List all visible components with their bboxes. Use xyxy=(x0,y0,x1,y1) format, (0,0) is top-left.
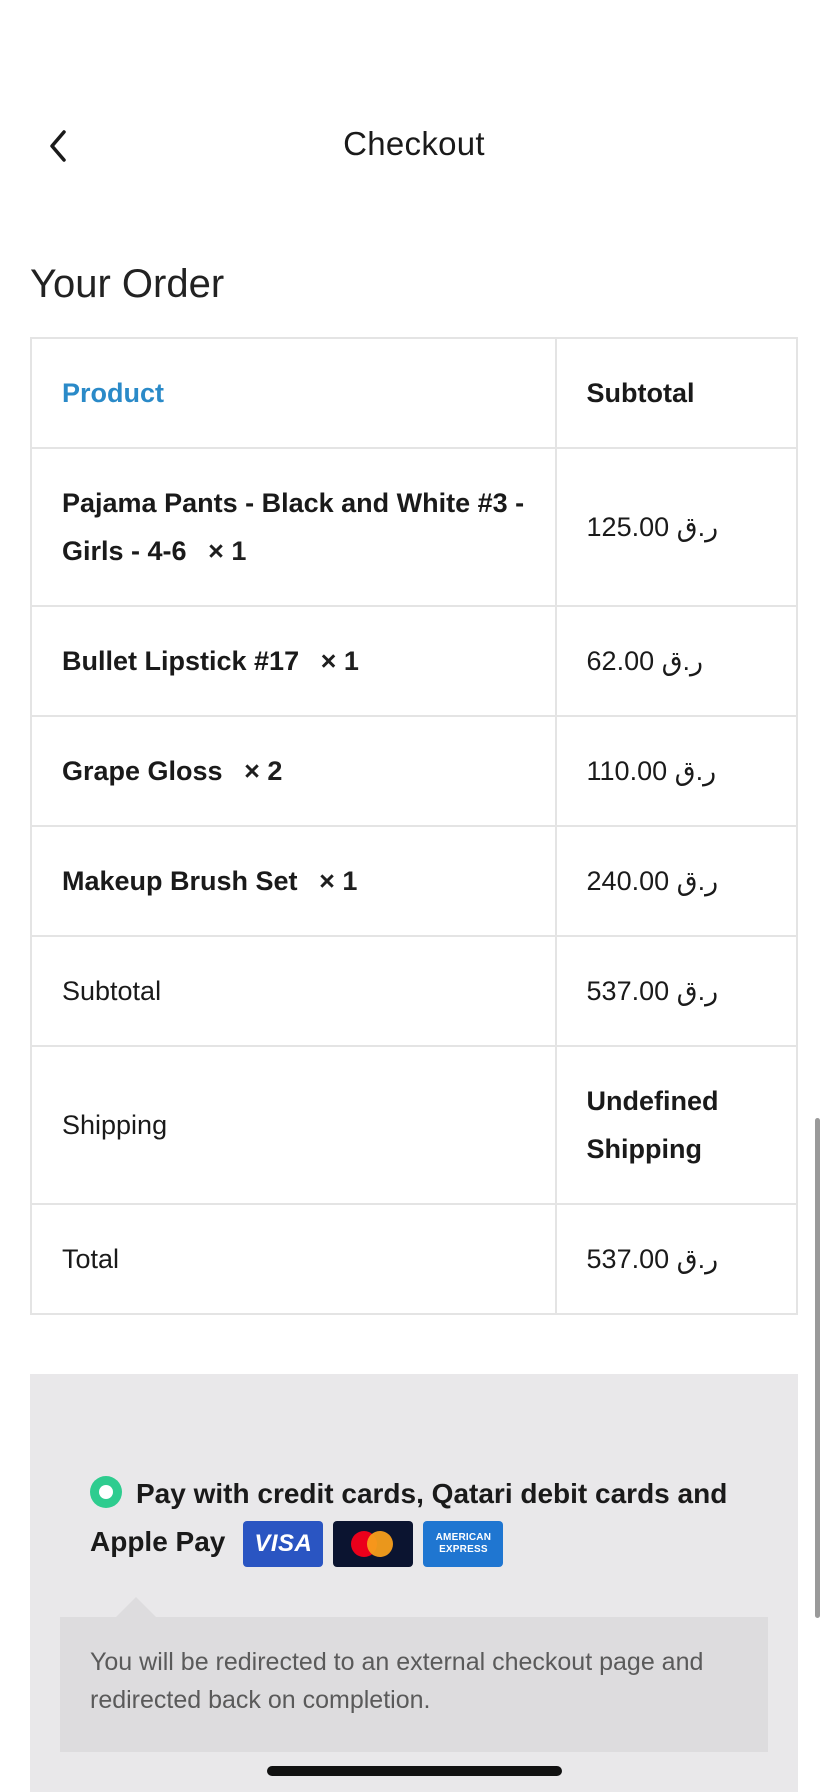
product-quantity: × 1 xyxy=(320,646,359,676)
table-row: Pajama Pants - Black and White #3 - Girl… xyxy=(30,447,799,607)
column-header-subtotal: Subtotal xyxy=(554,337,799,449)
subtotal-value-cell: 537.00 ر.ق xyxy=(554,935,799,1047)
amex-logo-icon: AMERICAN EXPRESS xyxy=(423,1520,504,1567)
subtotal-label: Subtotal xyxy=(30,935,557,1047)
subtotal-value: 537.00 ر.ق xyxy=(586,976,719,1006)
table-row: Bullet Lipstick #17 × 1 62.00 ر.ق xyxy=(30,605,799,717)
product-quantity: × 1 xyxy=(208,536,247,566)
product-cell: Makeup Brush Set × 1 xyxy=(30,825,557,937)
product-quantity: × 1 xyxy=(319,866,358,896)
product-price: 125.00 ر.ق xyxy=(586,512,719,542)
total-label: Total xyxy=(30,1203,557,1315)
payment-option[interactable]: Pay with credit cards, Qatari debit card… xyxy=(90,1470,730,1567)
your-order-heading: Your Order xyxy=(30,262,225,306)
product-price: 240.00 ر.ق xyxy=(586,866,719,896)
table-row: Grape Gloss × 2 110.00 ر.ق xyxy=(30,715,799,827)
subtotal-cell: 125.00 ر.ق xyxy=(554,447,799,607)
subtotal-cell: 240.00 ر.ق xyxy=(554,825,799,937)
total-row: Total 537.00 ر.ق xyxy=(30,1203,799,1315)
scrollbar[interactable] xyxy=(815,1118,820,1618)
order-table: Product Subtotal Pajama Pants - Black an… xyxy=(30,337,799,1315)
product-cell: Pajama Pants - Black and White #3 - Girl… xyxy=(30,447,557,607)
product-price: 62.00 ر.ق xyxy=(586,646,704,676)
subtotal-cell: 110.00 ر.ق xyxy=(554,715,799,827)
table-row: Makeup Brush Set × 1 240.00 ر.ق xyxy=(30,825,799,937)
product-name: Makeup Brush Set xyxy=(62,866,298,896)
home-indicator[interactable] xyxy=(267,1766,562,1776)
product-cell: Grape Gloss × 2 xyxy=(30,715,557,827)
visa-logo-icon: VISA xyxy=(243,1520,324,1567)
subtotal-cell: 62.00 ر.ق xyxy=(554,605,799,717)
product-name: Bullet Lipstick #17 xyxy=(62,646,300,676)
payment-info-text: You will be redirected to an external ch… xyxy=(90,1648,704,1714)
page-title: Checkout xyxy=(343,125,485,162)
mastercard-logo-icon xyxy=(333,1520,414,1567)
shipping-label: Shipping xyxy=(30,1045,557,1205)
table-header-row: Product Subtotal xyxy=(30,337,799,449)
product-cell: Bullet Lipstick #17 × 1 xyxy=(30,605,557,717)
shipping-row: Shipping Undefined Shipping xyxy=(30,1045,799,1205)
product-name: Pajama Pants - Black and White #3 - Girl… xyxy=(62,488,525,566)
total-value-cell: 537.00 ر.ق xyxy=(554,1203,799,1315)
product-quantity: × 2 xyxy=(244,756,283,786)
subtotal-row: Subtotal 537.00 ر.ق xyxy=(30,935,799,1047)
info-pointer xyxy=(116,1597,156,1617)
total-value: 537.00 ر.ق xyxy=(586,1244,719,1274)
product-name: Grape Gloss xyxy=(62,756,223,786)
top-bar: Checkout xyxy=(0,100,828,190)
checkout-page: Checkout Your Order Product Subtotal Paj… xyxy=(0,0,828,1792)
product-price: 110.00 ر.ق xyxy=(586,756,717,786)
payment-methods-panel: Pay with credit cards, Qatari debit card… xyxy=(30,1374,798,1792)
shipping-value: Undefined Shipping xyxy=(554,1045,799,1205)
radio-selected-icon[interactable] xyxy=(90,1476,122,1508)
column-header-product: Product xyxy=(30,337,557,449)
payment-info-box: You will be redirected to an external ch… xyxy=(60,1597,768,1752)
